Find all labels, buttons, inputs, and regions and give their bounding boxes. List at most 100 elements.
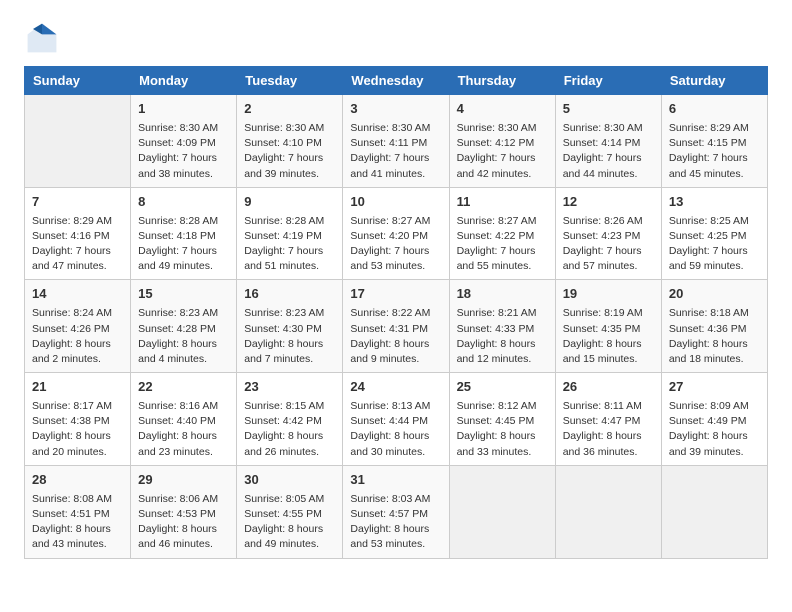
calendar-cell: 17Sunrise: 8:22 AMSunset: 4:31 PMDayligh…	[343, 280, 449, 373]
calendar-cell: 2 Sunrise: 8:30 AMSunset: 4:10 PMDaylight…	[237, 95, 343, 188]
calendar-cell: 31Sunrise: 8:03 AMSunset: 4:57 PMDayligh…	[343, 465, 449, 558]
calendar-cell: 11Sunrise: 8:27 AMSunset: 4:22 PMDayligh…	[449, 187, 555, 280]
sunset-text: Sunset: 4:44 PM	[350, 414, 441, 429]
calendar-cell: 27Sunrise: 8:09 AMSunset: 4:49 PMDayligh…	[661, 373, 767, 466]
weekday-header-tuesday: Tuesday	[237, 67, 343, 95]
day-number: 22	[138, 378, 229, 397]
sunrise-text: Sunrise: 8:12 AM	[457, 399, 548, 414]
sunrise-text: Sunrise: 8:13 AM	[350, 399, 441, 414]
calendar-cell: 6Sunrise: 8:29 AMSunset: 4:15 PMDaylight…	[661, 95, 767, 188]
sunrise-text: Sunrise: 8:29 AM	[32, 214, 123, 229]
day-number: 13	[669, 193, 760, 212]
sunset-text: Sunset: 4:26 PM	[32, 322, 123, 337]
day-number: 2	[244, 100, 335, 119]
sunset-text: Sunset: 4:33 PM	[457, 322, 548, 337]
day-number: 17	[350, 285, 441, 304]
sunrise-text: Sunrise: 8:24 AM	[32, 306, 123, 321]
day-number: 24	[350, 378, 441, 397]
daylight-text: Daylight: 7 hours and 45 minutes.	[669, 151, 760, 181]
day-number: 15	[138, 285, 229, 304]
sunrise-text: Sunrise: 8:30 AM	[350, 121, 441, 136]
day-number: 29	[138, 471, 229, 490]
day-number: 23	[244, 378, 335, 397]
sunset-text: Sunset: 4:35 PM	[563, 322, 654, 337]
daylight-text: Daylight: 7 hours and 53 minutes.	[350, 244, 441, 274]
sunrise-text: Sunrise: 8:30 AM	[138, 121, 229, 136]
week-row-4: 21Sunrise: 8:17 AMSunset: 4:38 PMDayligh…	[25, 373, 768, 466]
sunrise-text: Sunrise: 8:19 AM	[563, 306, 654, 321]
day-number: 5	[563, 100, 654, 119]
weekday-header-friday: Friday	[555, 67, 661, 95]
sunrise-text: Sunrise: 8:11 AM	[563, 399, 654, 414]
sunset-text: Sunset: 4:45 PM	[457, 414, 548, 429]
calendar-cell: 21Sunrise: 8:17 AMSunset: 4:38 PMDayligh…	[25, 373, 131, 466]
calendar-cell: 18 Sunrise: 8:21 AMSunset: 4:33 PMDayligh…	[449, 280, 555, 373]
daylight-text: Daylight: 7 hours and 42 minutes.	[457, 151, 548, 181]
calendar-cell: 29Sunrise: 8:06 AMSunset: 4:53 PMDayligh…	[131, 465, 237, 558]
calendar-cell: 13Sunrise: 8:25 AMSunset: 4:25 PMDayligh…	[661, 187, 767, 280]
day-number: 8	[138, 193, 229, 212]
calendar-cell: 24Sunrise: 8:13 AMSunset: 4:44 PMDayligh…	[343, 373, 449, 466]
logo	[24, 20, 64, 56]
page: SundayMondayTuesdayWednesdayThursdayFrid…	[0, 0, 792, 612]
sunrise-text: Sunrise: 8:30 AM	[244, 121, 335, 136]
calendar-cell: 22Sunrise: 8:16 AMSunset: 4:40 PMDayligh…	[131, 373, 237, 466]
calendar-cell: 9Sunrise: 8:28 AMSunset: 4:19 PMDaylight…	[237, 187, 343, 280]
sunrise-text: Sunrise: 8:08 AM	[32, 492, 123, 507]
daylight-text: Daylight: 8 hours and 33 minutes.	[457, 429, 548, 459]
daylight-text: Daylight: 7 hours and 47 minutes.	[32, 244, 123, 274]
calendar-cell	[25, 95, 131, 188]
daylight-text: Daylight: 7 hours and 55 minutes.	[457, 244, 548, 274]
daylight-text: Daylight: 7 hours and 51 minutes.	[244, 244, 335, 274]
sunrise-text: Sunrise: 8:30 AM	[457, 121, 548, 136]
daylight-text: Daylight: 8 hours and 4 minutes.	[138, 337, 229, 367]
sunset-text: Sunset: 4:57 PM	[350, 507, 441, 522]
sunrise-text: Sunrise: 8:25 AM	[669, 214, 760, 229]
calendar-cell: 30Sunrise: 8:05 AMSunset: 4:55 PMDayligh…	[237, 465, 343, 558]
weekday-header-row: SundayMondayTuesdayWednesdayThursdayFrid…	[25, 67, 768, 95]
day-number: 21	[32, 378, 123, 397]
sunset-text: Sunset: 4:47 PM	[563, 414, 654, 429]
daylight-text: Daylight: 7 hours and 59 minutes.	[669, 244, 760, 274]
sunrise-text: Sunrise: 8:27 AM	[350, 214, 441, 229]
daylight-text: Daylight: 7 hours and 39 minutes.	[244, 151, 335, 181]
sunset-text: Sunset: 4:55 PM	[244, 507, 335, 522]
sunset-text: Sunset: 4:22 PM	[457, 229, 548, 244]
daylight-text: Daylight: 8 hours and 43 minutes.	[32, 522, 123, 552]
sunrise-text: Sunrise: 8:23 AM	[244, 306, 335, 321]
day-number: 28	[32, 471, 123, 490]
day-number: 1	[138, 100, 229, 119]
sunset-text: Sunset: 4:28 PM	[138, 322, 229, 337]
daylight-text: Daylight: 7 hours and 38 minutes.	[138, 151, 229, 181]
daylight-text: Daylight: 8 hours and 23 minutes.	[138, 429, 229, 459]
sunset-text: Sunset: 4:23 PM	[563, 229, 654, 244]
sunrise-text: Sunrise: 8:18 AM	[669, 306, 760, 321]
calendar-cell: 23Sunrise: 8:15 AMSunset: 4:42 PMDayligh…	[237, 373, 343, 466]
calendar-cell: 7Sunrise: 8:29 AMSunset: 4:16 PMDaylight…	[25, 187, 131, 280]
daylight-text: Daylight: 8 hours and 12 minutes.	[457, 337, 548, 367]
sunset-text: Sunset: 4:10 PM	[244, 136, 335, 151]
sunrise-text: Sunrise: 8:27 AM	[457, 214, 548, 229]
sunrise-text: Sunrise: 8:05 AM	[244, 492, 335, 507]
sunset-text: Sunset: 4:12 PM	[457, 136, 548, 151]
day-number: 25	[457, 378, 548, 397]
daylight-text: Daylight: 8 hours and 2 minutes.	[32, 337, 123, 367]
sunrise-text: Sunrise: 8:28 AM	[138, 214, 229, 229]
sunset-text: Sunset: 4:15 PM	[669, 136, 760, 151]
day-number: 18	[457, 285, 548, 304]
day-number: 12	[563, 193, 654, 212]
sunset-text: Sunset: 4:31 PM	[350, 322, 441, 337]
day-number: 6	[669, 100, 760, 119]
calendar-cell: 8Sunrise: 8:28 AMSunset: 4:18 PMDaylight…	[131, 187, 237, 280]
calendar-cell: 14Sunrise: 8:24 AMSunset: 4:26 PMDayligh…	[25, 280, 131, 373]
logo-icon	[24, 20, 60, 56]
sunrise-text: Sunrise: 8:21 AM	[457, 306, 548, 321]
day-number: 19	[563, 285, 654, 304]
sunrise-text: Sunrise: 8:16 AM	[138, 399, 229, 414]
day-number: 16	[244, 285, 335, 304]
daylight-text: Daylight: 8 hours and 53 minutes.	[350, 522, 441, 552]
daylight-text: Daylight: 7 hours and 49 minutes.	[138, 244, 229, 274]
daylight-text: Daylight: 8 hours and 36 minutes.	[563, 429, 654, 459]
weekday-header-thursday: Thursday	[449, 67, 555, 95]
daylight-text: Daylight: 8 hours and 7 minutes.	[244, 337, 335, 367]
